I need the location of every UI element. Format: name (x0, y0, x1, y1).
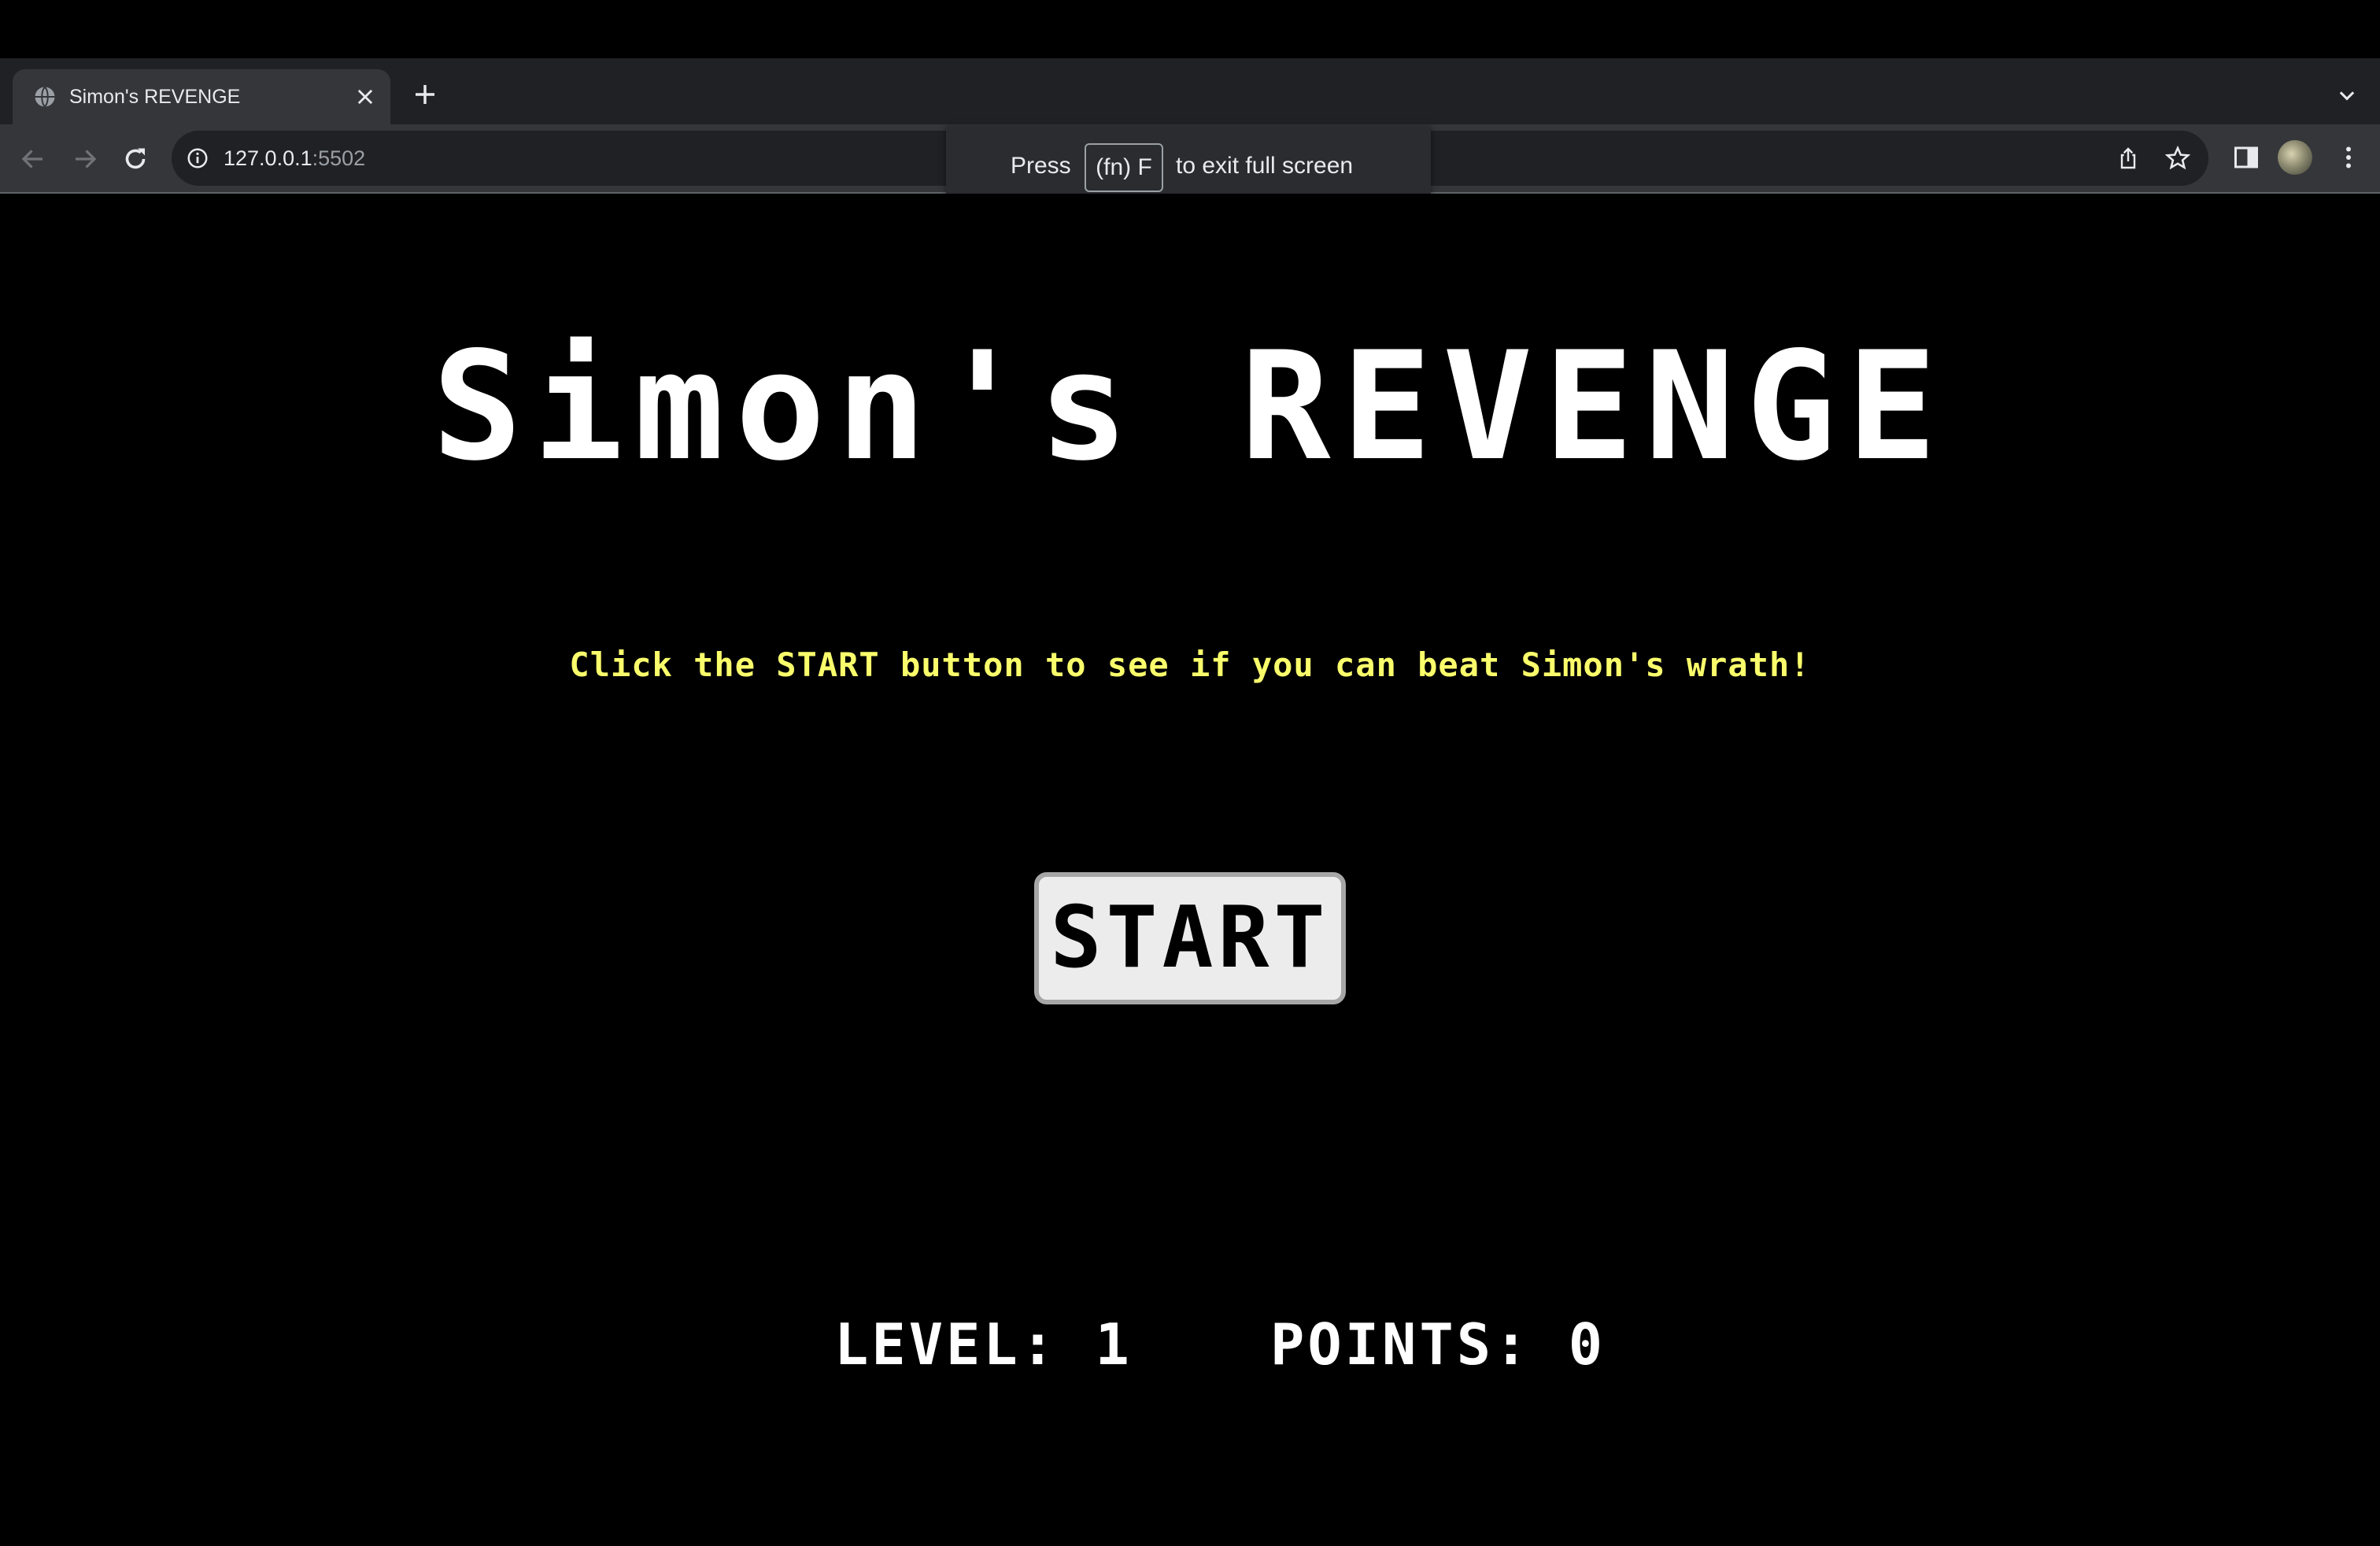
points-display: POINTS: 0 (1270, 1311, 1606, 1378)
tab-title: Simon's REVENGE (69, 86, 241, 108)
back-icon[interactable] (19, 145, 47, 173)
avatar[interactable] (2278, 140, 2312, 175)
fullscreen-notice-suffix: to exit full screen (1176, 153, 1354, 179)
level-display: LEVEL: 1 (834, 1311, 1133, 1378)
star-icon[interactable] (2164, 145, 2191, 172)
points-label: POINTS: (1270, 1311, 1532, 1378)
chevron-down-icon[interactable] (2336, 85, 2358, 107)
share-icon[interactable] (2116, 145, 2141, 172)
fullscreen-notice-key: (fn) F (1085, 143, 1163, 192)
instruction-text: Click the START button to see if you can… (569, 645, 1811, 684)
browser-tab[interactable]: Simon's REVENGE (13, 69, 390, 124)
info-icon[interactable] (186, 146, 209, 170)
side-panel-icon[interactable] (2232, 143, 2260, 172)
points-value: 0 (1568, 1311, 1606, 1378)
start-button[interactable]: START (1034, 872, 1346, 1004)
url-text: 127.0.0.1:5502 (224, 131, 365, 186)
url-port: :5502 (312, 146, 366, 170)
game-page: Simon's REVENGE Click the START button t… (0, 194, 2380, 1546)
fullscreen-notice-prefix: Press (1011, 153, 1071, 179)
menu-dots-icon[interactable] (2334, 143, 2363, 172)
forward-icon[interactable] (71, 145, 99, 173)
plus-icon[interactable] (412, 82, 438, 107)
reload-icon[interactable] (121, 145, 150, 173)
close-icon[interactable] (354, 86, 376, 108)
level-label: LEVEL: (834, 1311, 1059, 1378)
globe-icon (35, 86, 55, 108)
page-title: Simon's REVENGE (432, 320, 1948, 494)
screen-top-bar (0, 0, 2380, 58)
url-host: 127.0.0.1 (224, 146, 312, 170)
level-value: 1 (1095, 1311, 1133, 1378)
tab-strip: Simon's REVENGE (0, 58, 2380, 124)
